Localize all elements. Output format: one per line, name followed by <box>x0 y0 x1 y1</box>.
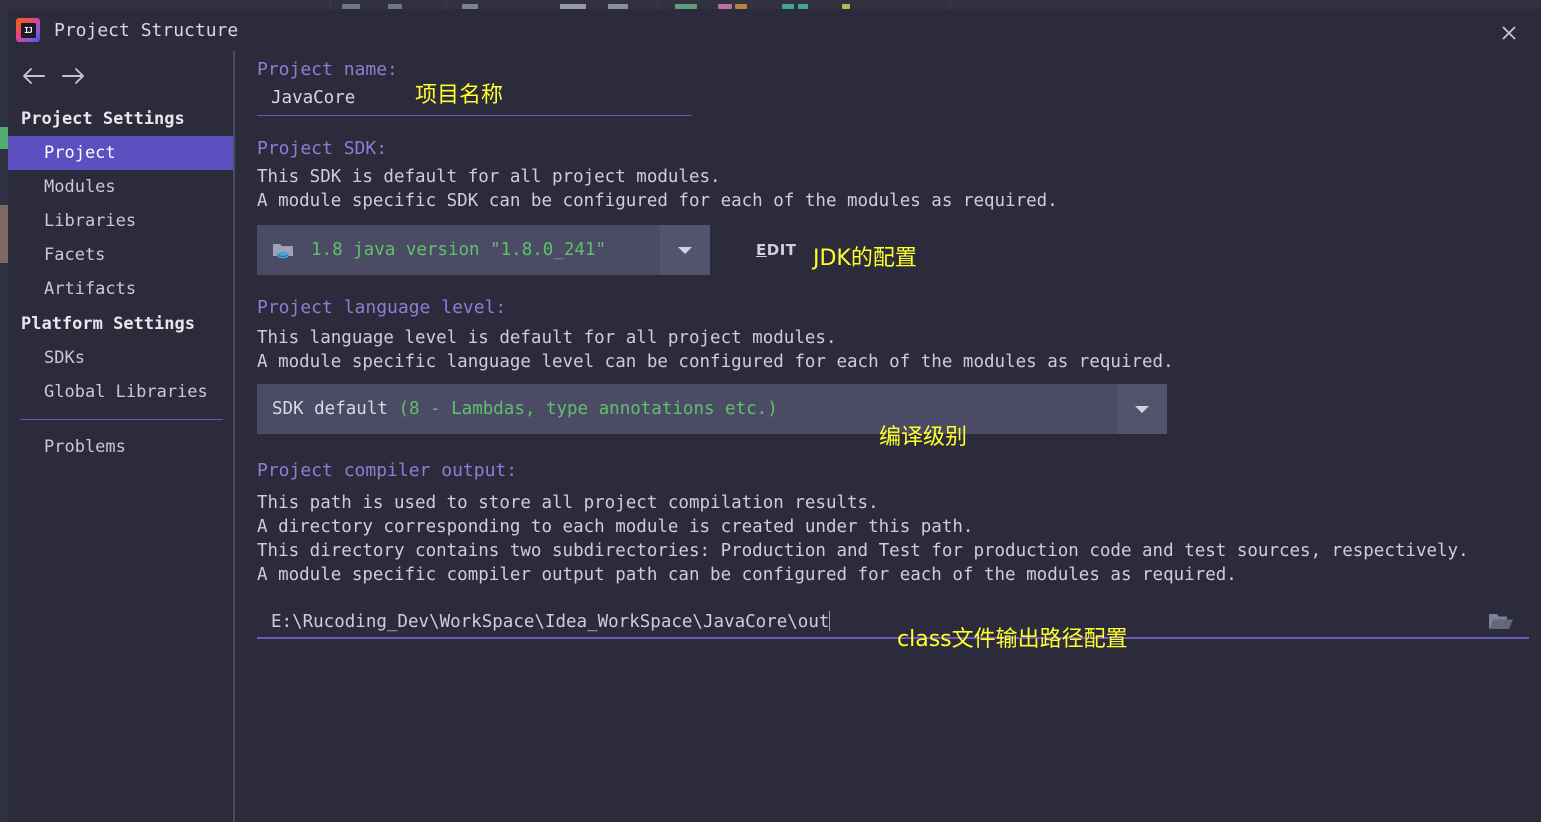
project-sdk-desc-line2: A module specific SDK can be configured … <box>257 191 1058 211</box>
compiler-output-underline <box>257 637 1529 639</box>
annotation-project-name: 项目名称 <box>415 83 504 108</box>
sidebar-group-project-settings: Project Settings <box>21 108 185 129</box>
project-sdk-combobox[interactable]: 1.8 java version "1.8.0_241" <box>257 225 710 275</box>
background-run-indicator <box>0 127 8 149</box>
annotation-class-output-path: class文件输出路径配置 <box>897 627 1128 652</box>
dialog-title: Project Structure <box>54 19 239 41</box>
sidebar-item-project[interactable]: Project <box>8 136 233 170</box>
chevron-down-icon[interactable] <box>660 225 710 275</box>
project-language-level-label: Project language level: <box>257 297 507 318</box>
background-tool-tab <box>0 205 8 263</box>
compiler-output-path-value[interactable]: E:\Rucoding_Dev\WorkSpace\Idea_WorkSpace… <box>257 610 1485 632</box>
language-level-value: SDK default (8 - Lambdas, type annotatio… <box>257 399 1117 419</box>
project-structure-dialog: IJ Project Structure Project Settings Pr… <box>8 9 1541 822</box>
project-language-level-combobox[interactable]: SDK default (8 - Lambdas, type annotatio… <box>257 384 1167 434</box>
project-sdk-value: 1.8 java version "1.8.0_241" <box>311 240 607 260</box>
forward-arrow-icon[interactable] <box>57 59 91 93</box>
sdk-edit-button[interactable]: EDIT <box>756 241 797 259</box>
annotation-compile-level: 编译级别 <box>879 425 968 450</box>
project-sdk-label: Project SDK: <box>257 138 388 159</box>
compiler-output-desc-line4: A module specific compiler output path c… <box>257 565 1237 585</box>
project-compiler-output-label: Project compiler output: <box>257 460 518 481</box>
language-level-value-plain: SDK default <box>272 399 399 419</box>
close-icon[interactable] <box>1496 20 1522 46</box>
sidebar-group-platform-settings: Platform Settings <box>21 313 195 334</box>
dialog-navigation <box>8 59 233 101</box>
dialog-titlebar: IJ Project Structure <box>8 9 1541 51</box>
project-sdk-desc-line1: This SDK is default for all project modu… <box>257 167 721 187</box>
language-level-value-detail: (8 - Lambdas, type annotations etc.) <box>398 399 778 419</box>
sidebar-item-facets[interactable]: Facets <box>8 238 233 272</box>
back-arrow-icon[interactable] <box>16 59 50 93</box>
language-level-desc-line1: This language level is default for all p… <box>257 328 837 348</box>
compiler-output-desc-line1: This path is used to store all project c… <box>257 493 879 513</box>
edit-button-mnemonic: E <box>756 241 767 259</box>
folder-open-icon[interactable] <box>1485 608 1517 634</box>
screen: IJ Project Structure Project Settings Pr… <box>0 0 1541 822</box>
chevron-down-icon[interactable] <box>1117 384 1167 434</box>
sidebar-item-libraries[interactable]: Libraries <box>8 204 233 238</box>
compiler-output-desc-line3: This directory contains two subdirectori… <box>257 541 1469 561</box>
sidebar-item-modules[interactable]: Modules <box>8 170 233 204</box>
sidebar-item-artifacts[interactable]: Artifacts <box>8 272 233 306</box>
sidebar-divider <box>233 51 235 822</box>
annotation-jdk-config: JDK的配置 <box>813 246 917 271</box>
compiler-output-desc-line2: A directory corresponding to each module… <box>257 517 974 537</box>
intellij-logo-icon: IJ <box>16 18 40 42</box>
sidebar-item-problems[interactable]: Problems <box>8 430 233 464</box>
edit-button-rest: DIT <box>766 241 797 259</box>
text-caret <box>829 610 831 631</box>
language-level-desc-line2: A module specific language level can be … <box>257 352 1174 372</box>
java-folder-icon <box>272 240 294 260</box>
compiler-output-path-field[interactable]: E:\Rucoding_Dev\WorkSpace\Idea_WorkSpace… <box>257 605 1529 639</box>
intellij-logo-text: IJ <box>20 22 36 38</box>
compiler-output-path-text: E:\Rucoding_Dev\WorkSpace\Idea_WorkSpace… <box>271 611 830 632</box>
sidebar-separator <box>20 419 223 420</box>
project-name-underline <box>257 115 692 116</box>
settings-sidebar: Project Settings Project Modules Librari… <box>8 101 233 822</box>
sidebar-item-global-libraries[interactable]: Global Libraries <box>8 375 233 409</box>
sidebar-item-sdks[interactable]: SDKs <box>8 341 233 375</box>
